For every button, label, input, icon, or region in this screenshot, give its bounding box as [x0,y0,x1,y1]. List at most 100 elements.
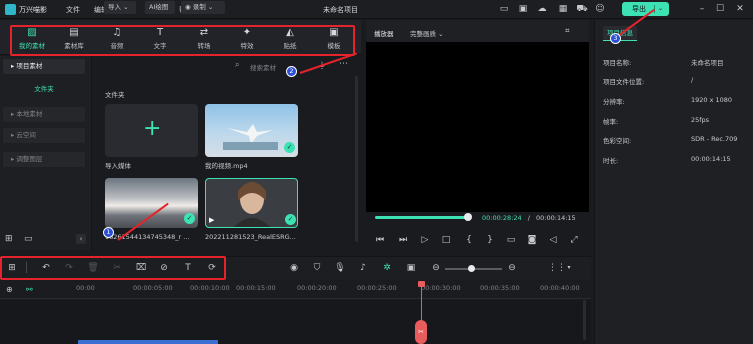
progress-knob[interactable] [464,213,472,221]
chevron-down-icon[interactable]: ⌄ [658,2,663,16]
quality-dropdown[interactable]: 完整画质 ⌄ [410,28,444,38]
step-back-icon[interactable]: ⏮ [374,234,386,246]
prop-value: / [691,76,694,84]
playhead-handle[interactable] [418,281,425,287]
ruler-tick: 00:00:40:00 [540,284,580,292]
prop-label: 项目名称: [603,59,632,67]
sidebar-item-cloud[interactable]: ▸ 云空间 [3,128,85,143]
media-thumb-portrait[interactable]: ▶ ✓ [205,178,298,228]
ruler-tick: 00:00:30:00 [421,284,461,292]
timeline-tracks[interactable] [0,300,591,344]
video-type-icon: ▶ [209,216,215,224]
collapse-sidebar-icon[interactable]: ‹ [76,234,86,244]
layout-icon[interactable]: ⋮⋮ [548,262,566,274]
preview-screen [366,42,589,212]
media-caption: 202211281523_RealESRG... [205,233,296,241]
import-dropdown[interactable]: 导入 ⌄ [104,1,136,14]
preview-header: 播放器 完整画质 ⌄ ⌗ [366,20,589,42]
camera-icon[interactable]: ◙ [526,234,538,246]
user-icon[interactable]: ☺ [594,3,606,15]
cloud-icon[interactable]: ☁ [536,3,548,15]
prop-label: 时长: [603,157,619,165]
ruler-tick: 00:00:15:00 [236,284,276,292]
snap-icon[interactable]: ✲ [381,262,393,274]
media-thumb-sky[interactable]: ✓ [105,178,198,228]
media-thumb-video[interactable]: ✓ [205,104,298,157]
more-icon[interactable]: ⋯ [339,59,348,69]
zoom-slider-knob[interactable] [468,265,475,272]
render-icon[interactable]: ◉ [288,262,300,274]
time-separator: / [527,214,530,222]
badge-1: 1 [103,227,114,238]
snapshot-icon[interactable]: ⌗ [565,26,570,36]
zoom-out-icon[interactable]: ⊖ [430,262,442,274]
microphone-icon[interactable]: 🎙 [334,262,346,274]
folder-icon[interactable]: ▭ [24,234,33,244]
media-scrollbar[interactable] [355,76,358,242]
ruler-tick: 00:00:25:00 [357,284,397,292]
minimize-icon[interactable]: – [696,3,708,15]
import-media-caption: 导入媒体 [105,162,131,170]
preview-progress[interactable] [375,216,467,219]
check-icon: ✓ [184,213,195,224]
prop-value: 00:00:14:15 [691,155,731,163]
prop-label: 帧率: [603,118,619,126]
badge-3: 3 [610,33,621,44]
plus-icon: + [143,116,162,141]
add-track-icon[interactable]: ⊕ [6,285,13,294]
screen-icon[interactable]: ▭ [498,3,510,15]
sidebar-item-label: 项目素材 [16,62,43,70]
chevron-down-icon[interactable]: ▾ [563,262,575,274]
ruler-tick: 00:00 [76,284,95,292]
menu-file[interactable]: 文件 [66,5,80,15]
mark-out-icon[interactable]: } [484,234,496,246]
sidebar-item-local[interactable]: ▸ 本地素材 [3,107,85,122]
sidebar-item-label: 调整图层 [16,155,43,163]
close-icon[interactable]: ✕ [734,3,746,15]
save-icon[interactable]: ▣ [517,3,529,15]
import-media-tile[interactable]: + [105,104,198,157]
media-caption: 我的视频.mp4 [205,162,248,170]
search-input[interactable]: 搜索素材 [250,62,276,72]
tab-player[interactable]: 播放器 [374,28,394,38]
display-icon[interactable]: ▭ [505,234,517,246]
search-icon: ⌕ [235,60,240,69]
highlight-box-toolbar [0,256,226,280]
audio-track-icon[interactable]: ♪ [357,262,369,274]
mark-in-icon[interactable]: { [463,234,475,246]
prop-label: 项目文件位置: [603,78,645,86]
import-label: 导入 [108,3,121,11]
pip-icon[interactable]: ▣ [405,262,417,274]
check-icon: ✓ [285,214,296,225]
gift-icon[interactable]: ▦ [557,3,569,15]
prop-value: 未命名项目 [691,59,724,67]
stop-icon[interactable]: □ [440,234,452,246]
shield-icon[interactable]: ⛉ [311,262,323,274]
maximize-icon[interactable]: ☐ [714,3,726,15]
fullscreen-icon[interactable]: ⤢ [568,234,580,246]
app-logo-icon [5,4,16,15]
play-icon[interactable]: ▷ [419,234,431,246]
scissors-icon[interactable]: ✂ [415,320,427,344]
prop-label: 分辨率: [603,98,625,106]
quality-label: 完整画质 [410,30,436,38]
sidebar-item-folder[interactable]: 文件夹 [3,82,85,97]
prop-label: 色彩空间: [603,137,632,145]
folder-label: 文件夹 [105,91,125,99]
sidebar-item-project-media[interactable]: ▸ 项目素材 [3,59,85,74]
properties-panel [594,20,753,344]
link-icon[interactable]: ⚯ [26,285,33,294]
sidebar-item-adjust-layer[interactable]: ▸ 调整图层 [3,152,85,167]
highlight-box-tabs [10,25,355,56]
ai-image-button[interactable]: AI绘图 [145,1,175,14]
zoom-in-icon[interactable]: ⊖ [506,262,518,274]
timeline-scrollbar[interactable] [583,300,586,340]
volume-icon[interactable]: ◁ [547,234,559,246]
media-sidebar: ▸ 项目素材 文件夹 ▸ 本地素材 ▸ 云空间 ▸ 调整图层 [0,56,92,250]
prev-frame-icon[interactable]: ⏭ [397,234,409,246]
record-dropdown[interactable]: ◉ 录制 ⌄ [181,1,225,14]
cart-icon[interactable]: ⛟ [576,3,588,15]
project-title: 未命名项目 [323,6,358,14]
new-folder-icon[interactable]: ⊞ [5,234,13,244]
video-clip[interactable] [78,340,218,344]
